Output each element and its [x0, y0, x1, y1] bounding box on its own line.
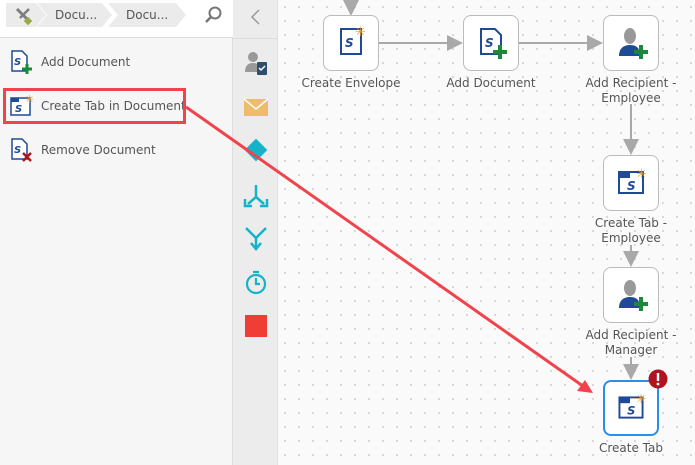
node-label: Add Recipient - Employee: [585, 76, 677, 105]
activity-panel: Docu... Docu... S Add Document S ✳ Create…: [0, 0, 233, 465]
add-document-icon: S: [480, 28, 507, 59]
add-recipient-icon: [619, 28, 648, 59]
activity-label: Add Document: [41, 55, 131, 69]
stop-icon[interactable]: [243, 313, 269, 339]
activity-add-document[interactable]: S Add Document: [8, 47, 130, 77]
breadcrumb-item[interactable]: Docu...: [108, 3, 186, 27]
chevron-left-icon[interactable]: [246, 7, 266, 27]
node-label: Create Envelope: [301, 76, 401, 90]
decision-diamond-icon[interactable]: [243, 137, 269, 163]
error-icon[interactable]: [648, 369, 668, 389]
wrench-screwdriver-icon: [15, 7, 33, 26]
add-recipient-icon: [619, 280, 648, 311]
timer-icon[interactable]: [243, 270, 269, 296]
breadcrumb-item[interactable]: Docu...: [37, 3, 112, 27]
svg-text:S: S: [485, 36, 494, 50]
node-create-envelope[interactable]: S ✳: [323, 15, 379, 71]
user-task-icon[interactable]: [243, 50, 269, 76]
breadcrumb: Docu... Docu...: [0, 0, 233, 38]
node-label: Add Recipient - Manager: [585, 328, 677, 357]
envelope-icon[interactable]: [243, 94, 269, 120]
svg-text:✳: ✳: [636, 167, 647, 182]
create-tab-icon: S✳: [618, 167, 647, 194]
remove-document-icon: S: [11, 138, 32, 162]
node-add-recipient-manager[interactable]: [603, 267, 659, 323]
node-add-recipient-employee[interactable]: [603, 15, 659, 71]
create-envelope-icon: S✳: [340, 25, 366, 55]
svg-text:✳: ✳: [636, 391, 646, 406]
split-icon[interactable]: [243, 183, 269, 209]
merge-icon[interactable]: [243, 225, 269, 251]
svg-text:S: S: [14, 57, 21, 68]
add-document-icon: S: [11, 50, 32, 74]
svg-text:S: S: [627, 179, 636, 193]
node-label: Create Tab: [598, 441, 663, 455]
node-add-document[interactable]: S: [463, 15, 519, 71]
create-tab-icon: S✳: [618, 391, 646, 419]
svg-text:S: S: [627, 404, 635, 418]
highlight-box: [3, 88, 186, 124]
node-label: Add Document: [446, 76, 536, 90]
svg-text:✳: ✳: [355, 25, 366, 40]
node-create-tab-employee[interactable]: S ✳: [603, 155, 659, 211]
activity-label: Remove Document: [41, 143, 156, 157]
toolbar: [233, 0, 278, 465]
node-label: Create Tab - Employee: [594, 216, 668, 245]
search-icon[interactable]: [204, 5, 224, 25]
svg-text:S: S: [14, 145, 21, 156]
activity-remove-document[interactable]: S Remove Document: [8, 135, 156, 165]
svg-text:S: S: [345, 36, 354, 50]
